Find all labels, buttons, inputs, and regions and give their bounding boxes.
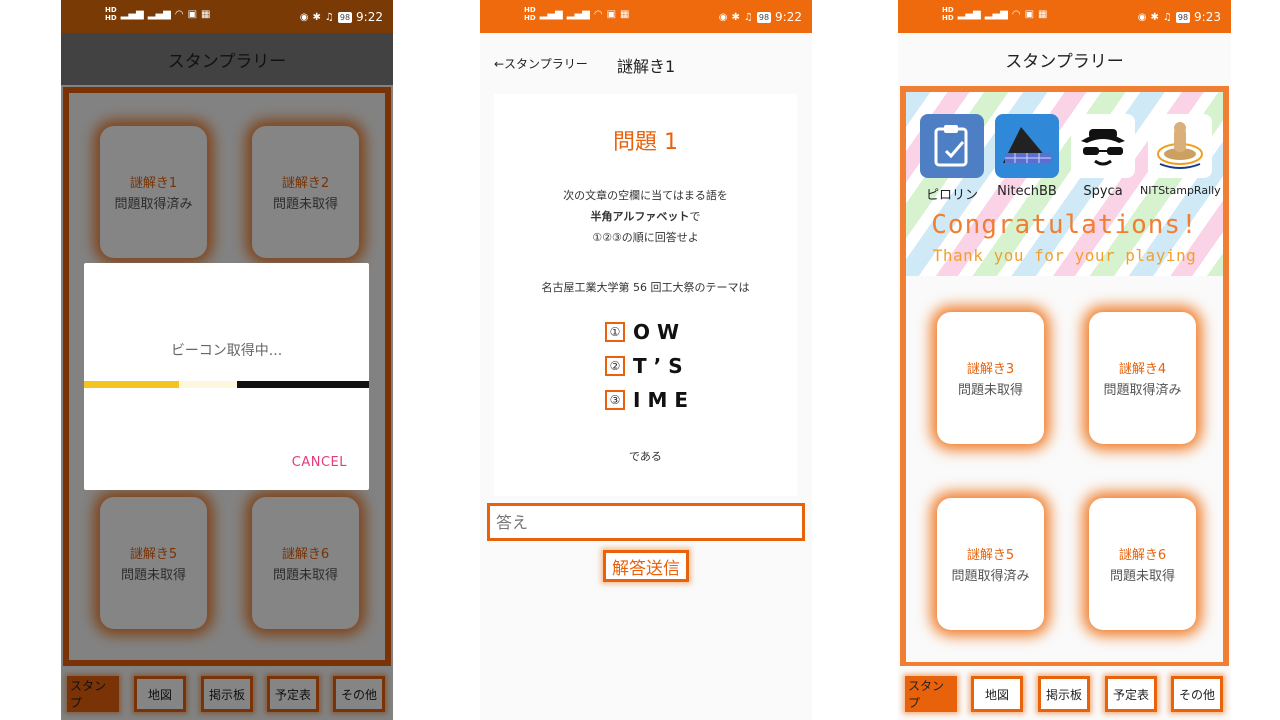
stamp-status: 問題取得済み	[1103, 383, 1182, 398]
answer-blank-2: ② T’S	[605, 354, 690, 378]
hd-icon: HD HD	[942, 6, 954, 22]
question-heading: 問題 1	[613, 130, 678, 155]
stamp-status: 問題取得済み	[951, 569, 1030, 584]
nav-stamp[interactable]: スタンプ	[905, 676, 957, 712]
battery-icon: 98	[337, 11, 353, 23]
bottom-nav: スタンプ 地図 掲示板 予定表 その他	[898, 666, 1231, 720]
instruction-bold: 半角アルファベット	[590, 210, 690, 223]
battery-icon: 98	[1175, 11, 1191, 23]
stamp-card-5[interactable]: 謎解き5 問題取得済み	[937, 498, 1044, 630]
clock: 9:23	[1194, 10, 1221, 24]
instruction-line-2: 半角アルファベットで	[494, 208, 797, 224]
stamp-title: 謎解き6	[1118, 548, 1167, 563]
blank-word: IME	[633, 388, 696, 412]
stamp-grid: ピロリン NitechBB Spyca NITStampRally Congra…	[900, 86, 1229, 668]
calendar-icon: ▦	[620, 8, 630, 20]
question-ending: である	[629, 450, 662, 463]
notification-icon: ▣	[606, 8, 617, 20]
answer-blank-1: ① OW	[605, 320, 686, 344]
blank-number: ③	[605, 390, 625, 410]
bluetooth-icon: ✱	[312, 11, 321, 23]
dialog-message: ビーコン取得中...	[170, 343, 283, 359]
stamp-icon	[1148, 114, 1212, 178]
blank-number: ②	[605, 356, 625, 376]
signal-icon: ▂▄▆	[957, 8, 981, 20]
notification-icon: ▣	[1024, 8, 1035, 20]
congrats-banner: ピロリン NitechBB Spyca NITStampRally Congra…	[906, 92, 1223, 276]
calendar-icon: ▦	[201, 8, 211, 20]
progress-bar	[84, 381, 369, 388]
blank-number: ①	[605, 322, 625, 342]
question-text: 名古屋工業大学第 56 回工大祭のテーマは	[541, 281, 750, 294]
clock: 9:22	[775, 10, 802, 24]
signal-icon: ▂▄▆	[120, 8, 144, 20]
stamp-card-3[interactable]: 謎解き3 問題未取得	[937, 312, 1044, 444]
eye-icon: ◉	[718, 11, 728, 23]
stamp-title: 謎解き4	[1118, 362, 1167, 377]
phone-stamp-done: HD HD ▂▄▆ ▂▄▆ ◠ ▣ ▦ ◉ ✱ ♫ 98 9:23 スタンプラリー…	[898, 0, 1231, 720]
signal-icon: ▂▄▆	[566, 8, 590, 20]
eye-icon: ◉	[299, 11, 309, 23]
instruction-line-1: 次の文章の空欄に当てはまる語を	[563, 189, 728, 202]
app-label: Spyca	[1083, 184, 1123, 199]
bell-off-icon: ♫	[324, 11, 334, 23]
clock: 9:22	[356, 10, 383, 24]
congrats-text: Congratulations!	[931, 210, 1198, 240]
status-bar: HD HD ▂▄▆ ▂▄▆ ◠ ▣ ▦ ◉ ✱ ♫ 98 9:22	[61, 0, 393, 33]
clipboard-pen-icon	[920, 114, 984, 178]
hd-icon: HD HD	[105, 6, 117, 22]
stamp-status: 問題未取得	[1109, 569, 1175, 584]
answer-input[interactable]	[487, 503, 805, 541]
battery-icon: 98	[756, 11, 772, 23]
bluetooth-icon: ✱	[1150, 11, 1159, 23]
instruction-line-3: ①②③の順に回答せよ	[592, 231, 699, 244]
beacon-dialog: ビーコン取得中... CANCEL	[84, 263, 369, 490]
nav-map[interactable]: 地図	[971, 676, 1023, 712]
signal-icon: ▂▄▆	[539, 8, 563, 20]
stamp-card-6[interactable]: 謎解き6 問題未取得	[1089, 498, 1196, 630]
stamp-card-4[interactable]: 謎解き4 問題取得済み	[1089, 312, 1196, 444]
notification-icon: ▣	[187, 8, 198, 20]
bell-off-icon: ♫	[743, 11, 753, 23]
app-label: ピロリン	[925, 188, 978, 203]
page-title: 謎解き1	[617, 57, 676, 76]
instruction-suffix: で	[689, 210, 701, 223]
submit-answer-button[interactable]: 解答送信	[603, 550, 689, 582]
status-bar: HD HD ▂▄▆ ▂▄▆ ◠ ▣ ▦ ◉ ✱ ♫ 98 9:23	[898, 0, 1231, 33]
stamp-title: 謎解き5	[966, 548, 1015, 563]
status-bar: HD HD ▂▄▆ ▂▄▆ ◠ ▣ ▦ ◉ ✱ ♫ 98 9:22	[480, 0, 812, 33]
nav-board[interactable]: 掲示板	[1038, 676, 1090, 712]
blank-word: OW	[633, 320, 687, 344]
cancel-button[interactable]: CANCEL	[292, 455, 347, 470]
bluetooth-icon: ✱	[731, 11, 740, 23]
phone-quiz: HD HD ▂▄▆ ▂▄▆ ◠ ▣ ▦ ◉ ✱ ♫ 98 9:22 ←スタンプラリ…	[480, 0, 812, 720]
answer-blank-3: ③ IME	[605, 388, 695, 412]
back-link[interactable]: ←スタンプラリー	[494, 55, 588, 72]
blank-word: T’S	[633, 354, 690, 378]
calendar-icon: ▦	[1038, 8, 1048, 20]
nav-other[interactable]: その他	[1171, 676, 1223, 712]
stamp-status: 問題未取得	[957, 383, 1023, 398]
bell-off-icon: ♫	[1162, 11, 1172, 23]
wifi-icon: ◠	[174, 8, 184, 20]
hd-icon: HD HD	[524, 6, 536, 22]
app-label: NitechBB	[997, 184, 1057, 199]
phone-stamp-loading: HD HD ▂▄▆ ▂▄▆ ◠ ▣ ▦ ◉ ✱ ♫ 98 9:22 スタンプラリー…	[61, 0, 393, 720]
spy-hat-icon	[1071, 114, 1135, 178]
app-label: NITStampRally	[1140, 184, 1221, 197]
nav-schedule[interactable]: 予定表	[1105, 676, 1157, 712]
signal-icon: ▂▄▆	[147, 8, 171, 20]
signal-icon: ▂▄▆	[984, 8, 1008, 20]
eye-icon: ◉	[1137, 11, 1147, 23]
wifi-icon: ◠	[593, 8, 603, 20]
solar-panel-icon	[995, 114, 1059, 178]
thanks-text: Thank you for your playing	[932, 246, 1197, 265]
quiz-card: 問題 1 次の文章の空欄に当てはまる語を 半角アルファベットで ①②③の順に回答…	[494, 94, 797, 496]
stamp-title: 謎解き3	[966, 362, 1015, 377]
page-title: スタンプラリー	[1005, 51, 1124, 72]
wifi-icon: ◠	[1011, 8, 1021, 20]
